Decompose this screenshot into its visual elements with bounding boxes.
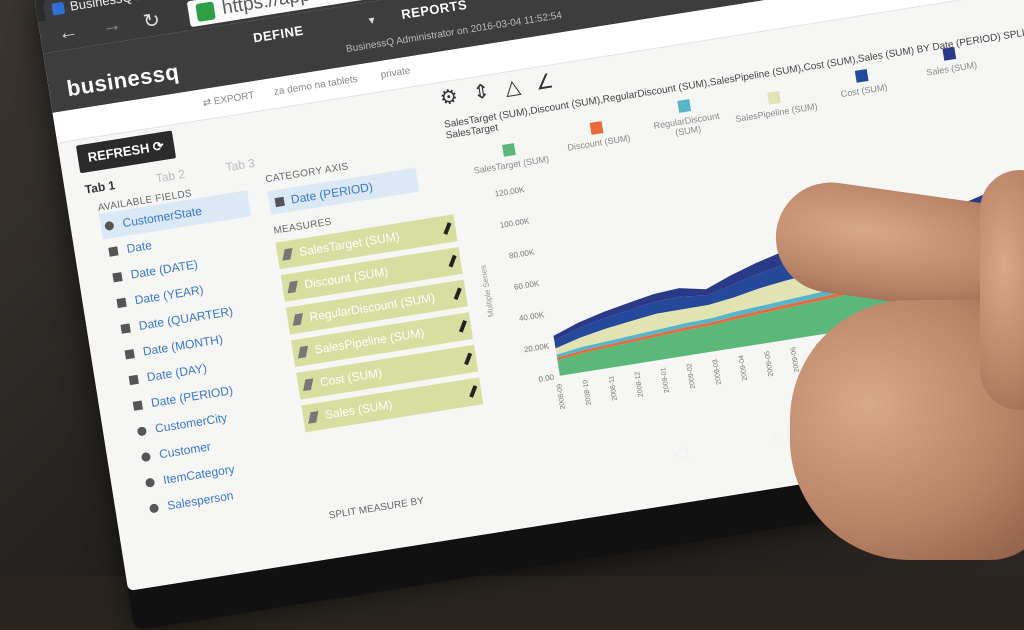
- y-tick-label: 100.00K: [499, 216, 531, 230]
- menu-reports-label: REPORTS: [400, 0, 469, 23]
- pencil-icon[interactable]: [443, 222, 452, 235]
- x-tick-label: 2008-09: [556, 383, 567, 410]
- legend-label: RegularDiscount (SUM): [652, 110, 721, 138]
- calendar-icon: [120, 323, 131, 334]
- android-home-icon[interactable]: ○: [770, 427, 784, 448]
- x-tick-label: 2009-06: [790, 346, 801, 373]
- measures-panel: MEASURES SalesTarget (SUM) Discount (SUM)…: [273, 198, 484, 433]
- export-link[interactable]: ⇄ EXPORT: [202, 90, 255, 109]
- forward-arrow-icon[interactable]: →: [100, 13, 123, 39]
- tab-2[interactable]: Tab 2: [155, 167, 186, 185]
- calendar-icon: [128, 374, 139, 386]
- x-tick-label: 2009-03: [712, 359, 723, 386]
- tables-selector[interactable]: za demo na tablets: [273, 74, 358, 98]
- pencil-icon[interactable]: [453, 287, 462, 301]
- field-label: Customer: [158, 439, 212, 462]
- legend-swatch: [942, 47, 957, 61]
- globe-icon: [144, 477, 156, 488]
- calendar-icon: [132, 400, 144, 411]
- legend-swatch: [854, 68, 869, 83]
- y-tick-label: 60.00K: [513, 279, 540, 292]
- pencil-icon[interactable]: [458, 319, 467, 333]
- calendar-icon: [112, 272, 123, 283]
- y-tick-label: 80.00K: [508, 248, 535, 261]
- legend-item[interactable]: Discount (SUM): [551, 115, 644, 155]
- refresh-icon: ⟳: [151, 137, 165, 155]
- field-label: Salesperson: [166, 488, 235, 513]
- legend-swatch: [677, 99, 692, 113]
- legend-label: Discount (SUM): [566, 132, 632, 153]
- x-tick-label: 2008-10: [582, 379, 593, 406]
- field-label: Date (DAY): [145, 360, 208, 385]
- drag-handle-icon[interactable]: [282, 247, 293, 261]
- chevron-down-icon: ▼: [366, 15, 379, 28]
- measure-label: Cost (SUM): [318, 365, 383, 390]
- finger-edge: [980, 170, 1024, 410]
- legend-swatch: [502, 143, 516, 157]
- export-label: EXPORT: [213, 90, 256, 108]
- y-tick-label: 120.00K: [494, 185, 526, 199]
- calendar-icon: [108, 246, 119, 257]
- legend-item[interactable]: RegularDiscount (SUM): [639, 93, 734, 143]
- pencil-icon[interactable]: [469, 385, 478, 398]
- drag-handle-icon[interactable]: [287, 280, 298, 294]
- y-tick-label: 20.00K: [523, 341, 550, 354]
- y-tick-label: 0.00: [538, 373, 555, 384]
- globe-icon: [136, 426, 148, 437]
- globe-icon: [148, 503, 160, 514]
- angle-icon[interactable]: ∠: [534, 70, 555, 95]
- visibility-label: private: [379, 65, 412, 82]
- globe-icon: [140, 451, 152, 463]
- measure-label: Discount (SUM): [303, 264, 390, 292]
- drag-handle-icon[interactable]: [308, 410, 319, 424]
- x-tick-label: 2008-12: [634, 371, 645, 398]
- measure-label: SalesTarget (SUM): [298, 229, 401, 259]
- x-tick-label: 2009-02: [686, 363, 697, 390]
- triangle-icon[interactable]: △: [503, 76, 522, 100]
- x-tick-label: 2009-01: [660, 367, 671, 394]
- x-tick-label: 2009-05: [764, 350, 775, 377]
- gear-icon[interactable]: ⚙: [438, 85, 459, 110]
- x-tick-label: 2008-11: [608, 375, 619, 401]
- measure-label: Sales (SUM): [324, 397, 394, 422]
- favicon-icon: [51, 1, 66, 16]
- globe-icon: [104, 220, 115, 232]
- menu-define-label: DEFINE: [252, 22, 305, 46]
- legend-item[interactable]: SalesPipeline (SUM): [729, 85, 822, 125]
- pencil-icon[interactable]: [464, 352, 473, 366]
- legend-label: Sales (SUM): [925, 59, 978, 78]
- legend-label: Cost (SUM): [840, 82, 889, 100]
- sort-icon[interactable]: ⇕: [471, 80, 491, 104]
- lock-icon: [195, 1, 216, 22]
- calendar-icon: [274, 196, 285, 208]
- tab-3[interactable]: Tab 3: [225, 156, 256, 174]
- drag-handle-icon[interactable]: [297, 345, 309, 359]
- refresh-label: REFRESH: [86, 140, 151, 165]
- legend-swatch: [767, 90, 781, 105]
- y-tick-label: 40.00K: [518, 310, 545, 323]
- android-back-icon[interactable]: ◁: [672, 442, 689, 464]
- reload-icon[interactable]: ↻: [141, 7, 162, 34]
- split-measure-label: SPLIT MEASURE BY: [328, 495, 425, 522]
- chevron-down-icon: ▼: [530, 0, 542, 2]
- measure-label: SalesPipeline (SUM): [313, 325, 426, 357]
- field-list: CustomerState Date Date (DATE) Date (YEAR) D…: [98, 190, 296, 522]
- calendar-icon: [124, 349, 135, 360]
- legend-label: SalesPipeline (SUM): [734, 101, 819, 125]
- pencil-icon[interactable]: [448, 254, 457, 268]
- legend-swatch: [589, 121, 604, 135]
- category-axis-value: Date (PERIOD): [289, 179, 374, 207]
- measure-label: RegularDiscount (SUM): [308, 290, 436, 325]
- available-fields-panel: AVAILABLE FIELDS CustomerState Date Date (…: [97, 180, 296, 522]
- drag-handle-icon[interactable]: [303, 378, 314, 392]
- tab-1[interactable]: Tab 1: [84, 178, 116, 197]
- field-label: Date: [125, 238, 153, 256]
- drag-handle-icon[interactable]: [292, 313, 303, 326]
- calendar-icon: [116, 297, 127, 309]
- y-axis-label: Multiple Series: [479, 264, 496, 317]
- x-tick-label: 2009-04: [738, 354, 749, 381]
- back-arrow-icon[interactable]: ←: [57, 20, 80, 46]
- measure-list: SalesTarget (SUM) Discount (SUM) RegularDi…: [275, 214, 484, 433]
